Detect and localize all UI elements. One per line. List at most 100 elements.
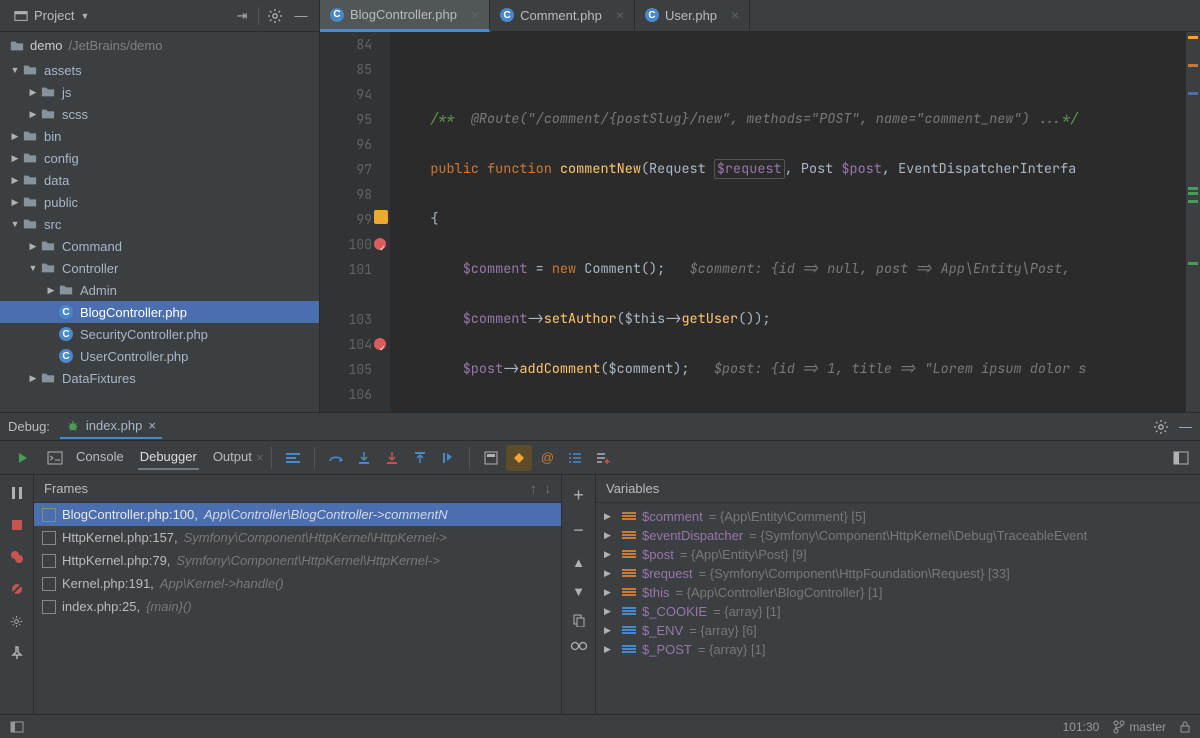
- project-sidebar: Project ▼ ⇥ — demo /JetBrains/demo ▼asse…: [0, 0, 320, 412]
- close-tab-icon[interactable]: ×: [731, 7, 739, 23]
- project-dropdown[interactable]: Project ▼: [8, 6, 95, 25]
- force-step-into-icon[interactable]: [379, 445, 405, 471]
- debug-subtab[interactable]: Output: [211, 445, 254, 470]
- step-over-icon[interactable]: [323, 445, 349, 471]
- tree-folder[interactable]: ▶Admin: [0, 279, 319, 301]
- close-tab-icon[interactable]: ×: [616, 7, 624, 23]
- dropdown-arrow-icon: ▼: [80, 11, 89, 21]
- show-exec-icon[interactable]: [280, 445, 306, 471]
- stack-frame[interactable]: HttpKernel.php:79, Symfony\Component\Htt…: [34, 549, 561, 572]
- step-into-icon[interactable]: [351, 445, 377, 471]
- add-watch-icon[interactable]: +: [573, 485, 584, 506]
- settings-icon[interactable]: [265, 6, 285, 26]
- tree-folder[interactable]: ▶bin: [0, 125, 319, 147]
- debug-left-tool: [0, 475, 34, 714]
- editor-tabs: CBlogController.php×CComment.php×CUser.p…: [320, 0, 1200, 32]
- status-bar: 101:30 master: [0, 714, 1200, 738]
- remove-watch-icon[interactable]: −: [573, 520, 584, 541]
- variable-row[interactable]: ▶$eventDispatcher = {Symfony\Component\H…: [596, 526, 1200, 545]
- variable-row[interactable]: ▶$_COOKIE = {array} [1]: [596, 602, 1200, 621]
- debug-subtab[interactable]: Debugger: [138, 445, 199, 470]
- debug-session-tab[interactable]: index.php ×: [60, 414, 162, 439]
- watch-up-icon[interactable]: ▲: [572, 555, 585, 570]
- stack-frame[interactable]: index.php:25, {main}(): [34, 595, 561, 618]
- list-icon[interactable]: [562, 445, 588, 471]
- tree-folder[interactable]: ▶data: [0, 169, 319, 191]
- project-tree[interactable]: ▼assets▶js▶scss▶bin▶config▶data▶public▼s…: [0, 59, 319, 412]
- step-out-icon[interactable]: [407, 445, 433, 471]
- tree-folder[interactable]: ▶js: [0, 81, 319, 103]
- frames-pane: Frames ↑ ↓ BlogController.php:100, App\C…: [34, 475, 562, 714]
- stack-frame[interactable]: HttpKernel.php:157, Symfony\Component\Ht…: [34, 526, 561, 549]
- editor-tab[interactable]: CUser.php×: [635, 0, 750, 30]
- resume-icon[interactable]: [10, 445, 36, 471]
- variable-row[interactable]: ▶$_ENV = {array} [6]: [596, 621, 1200, 640]
- tree-folder[interactable]: ▶DataFixtures: [0, 367, 319, 389]
- minimize-debug-icon[interactable]: —: [1179, 419, 1192, 434]
- minimize-icon[interactable]: —: [291, 6, 311, 26]
- close-tab-icon[interactable]: ×: [471, 7, 479, 23]
- pin-icon[interactable]: [7, 643, 27, 663]
- breadcrumb-path: /JetBrains/demo: [69, 38, 163, 53]
- view-breakpoints-icon[interactable]: [7, 547, 27, 567]
- variable-row[interactable]: ▶$_POST = {array} [1]: [596, 640, 1200, 659]
- branch-name: master: [1129, 720, 1166, 734]
- tool-windows-icon[interactable]: [10, 721, 24, 733]
- debug-settings-icon[interactable]: [1153, 419, 1169, 435]
- editor-scrollstrip[interactable]: [1186, 32, 1200, 412]
- variables-pane: + − ▲ ▼ Variables ▶$comment = {App\Entit…: [562, 475, 1200, 714]
- bug-icon: [66, 419, 80, 433]
- run-to-cursor-icon[interactable]: [435, 445, 461, 471]
- lock-icon[interactable]: [1180, 721, 1190, 733]
- tree-folder[interactable]: ▶Command: [0, 235, 319, 257]
- stack-frame[interactable]: BlogController.php:100, App\Controller\B…: [34, 503, 561, 526]
- variable-row[interactable]: ▶$request = {Symfony\Component\HttpFound…: [596, 564, 1200, 583]
- glasses-icon[interactable]: [570, 641, 588, 651]
- close-output-icon[interactable]: ×: [256, 450, 264, 465]
- watch-down-icon[interactable]: ▼: [572, 584, 585, 599]
- at-icon[interactable]: @: [534, 445, 560, 471]
- code-editor[interactable]: /** @Route("/comment/{postSlug}/new", me…: [390, 32, 1186, 412]
- git-branch[interactable]: master: [1113, 720, 1166, 734]
- editor-tab[interactable]: CBlogController.php×: [320, 0, 490, 32]
- tree-folder[interactable]: ▼Controller: [0, 257, 319, 279]
- editor-area: CBlogController.php×CComment.php×CUser.p…: [320, 0, 1200, 412]
- cursor-position[interactable]: 101:30: [1063, 720, 1100, 734]
- frame-down-icon[interactable]: ↓: [545, 481, 552, 496]
- editor-gutter[interactable]: 8485949596979899100101103104105106: [320, 32, 390, 412]
- add-list-icon[interactable]: [590, 445, 616, 471]
- mute-breakpoints-icon[interactable]: [7, 579, 27, 599]
- pause-icon[interactable]: [7, 483, 27, 503]
- tree-file[interactable]: CBlogController.php: [0, 301, 319, 323]
- project-toolbar: Project ▼ ⇥ —: [0, 0, 319, 32]
- tree-file[interactable]: CSecurityController.php: [0, 323, 319, 345]
- variable-row[interactable]: ▶$post = {App\Entity\Post} [9]: [596, 545, 1200, 564]
- close-icon[interactable]: ×: [148, 418, 156, 433]
- tree-file[interactable]: CUserController.php: [0, 345, 319, 367]
- project-label: Project: [34, 8, 74, 23]
- variable-row[interactable]: ▶$this = {App\Controller\BlogController}…: [596, 583, 1200, 602]
- frames-header: Frames: [44, 481, 88, 496]
- editor-tab[interactable]: CComment.php×: [490, 0, 635, 30]
- frame-up-icon[interactable]: ↑: [530, 481, 537, 496]
- stack-frame[interactable]: Kernel.php:191, App\Kernel->handle(): [34, 572, 561, 595]
- variable-row[interactable]: ▶$comment = {App\Entity\Comment} [5]: [596, 507, 1200, 526]
- hint-bulb-icon[interactable]: [374, 210, 388, 224]
- debug-settings-small-icon[interactable]: [7, 611, 27, 631]
- trace-icon[interactable]: [506, 445, 532, 471]
- breadcrumb-root: demo: [30, 38, 63, 53]
- evaluate-icon[interactable]: [478, 445, 504, 471]
- debug-subtab[interactable]: Console: [74, 445, 126, 470]
- stop-icon[interactable]: [7, 515, 27, 535]
- tree-folder[interactable]: ▼src: [0, 213, 319, 235]
- tree-folder[interactable]: ▶scss: [0, 103, 319, 125]
- project-breadcrumb: demo /JetBrains/demo: [0, 32, 319, 59]
- layout-icon[interactable]: [1168, 445, 1194, 471]
- tree-folder[interactable]: ▶public: [0, 191, 319, 213]
- scroll-to-icon[interactable]: ⇥: [232, 6, 252, 26]
- debug-panel: Debug: index.php × — ConsoleDebuggerOutp…: [0, 412, 1200, 714]
- tree-folder[interactable]: ▶config: [0, 147, 319, 169]
- copy-icon[interactable]: [572, 613, 586, 627]
- console-icon[interactable]: [42, 445, 68, 471]
- tree-folder[interactable]: ▼assets: [0, 59, 319, 81]
